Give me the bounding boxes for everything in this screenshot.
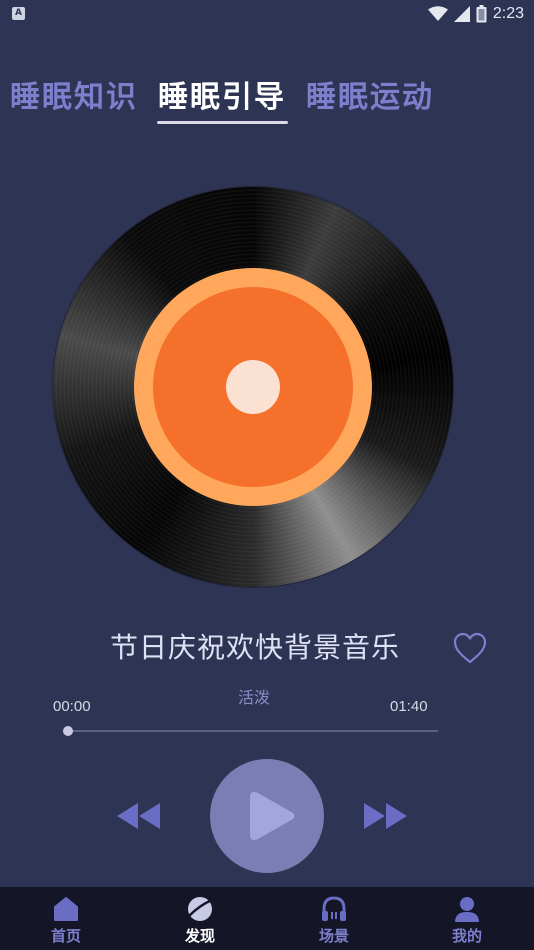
progress-bar[interactable]	[63, 726, 438, 736]
fast-forward-icon	[364, 803, 407, 829]
current-time: 00:00	[53, 698, 91, 715]
progress-thumb[interactable]	[63, 726, 73, 736]
play-icon	[250, 792, 295, 840]
status-time: 2:23	[492, 5, 524, 22]
total-time: 01:40	[390, 698, 428, 715]
nav-item-scenes[interactable]: 场景	[294, 887, 374, 950]
heart-outline-icon	[453, 632, 487, 664]
home-icon	[54, 897, 78, 921]
status-icons: 2:23	[427, 4, 524, 24]
nav-label-home: 首页	[50, 927, 81, 945]
next-button[interactable]	[362, 800, 410, 832]
signal-icon	[453, 6, 470, 22]
song-title: 节日庆祝欢快背景音乐	[109, 631, 400, 664]
battery-icon	[476, 5, 487, 23]
bottom-navigation: 首页 发现 场景 我的	[0, 887, 534, 950]
favorite-button[interactable]	[452, 631, 488, 665]
nav-item-discover[interactable]: 发现	[160, 887, 240, 950]
active-tab-indicator	[157, 121, 288, 124]
vinyl-record	[53, 187, 453, 587]
tab-sleep-exercise[interactable]: 睡眠运动	[306, 72, 434, 116]
nav-label-profile: 我的	[451, 927, 482, 945]
rewind-icon	[117, 803, 160, 829]
play-button[interactable]	[210, 759, 324, 873]
headphones-icon	[322, 896, 346, 921]
record-center-hole	[226, 360, 280, 414]
status-bar: A 2:23	[0, 0, 534, 28]
wifi-icon	[427, 6, 448, 21]
app-notification-icon: A	[12, 7, 25, 20]
planet-icon	[188, 897, 213, 921]
nav-item-profile[interactable]: 我的	[427, 887, 507, 950]
tab-sleep-guide[interactable]: 睡眠引导	[158, 72, 286, 116]
previous-button[interactable]	[114, 800, 162, 832]
nav-item-home[interactable]: 首页	[26, 887, 106, 950]
nav-label-scenes: 场景	[318, 927, 349, 945]
tab-sleep-knowledge[interactable]: 睡眠知识	[10, 72, 138, 116]
category-tabs: 睡眠知识 睡眠引导 睡眠运动	[0, 72, 534, 128]
nav-label-discover: 发现	[184, 927, 215, 945]
user-icon	[455, 897, 479, 922]
